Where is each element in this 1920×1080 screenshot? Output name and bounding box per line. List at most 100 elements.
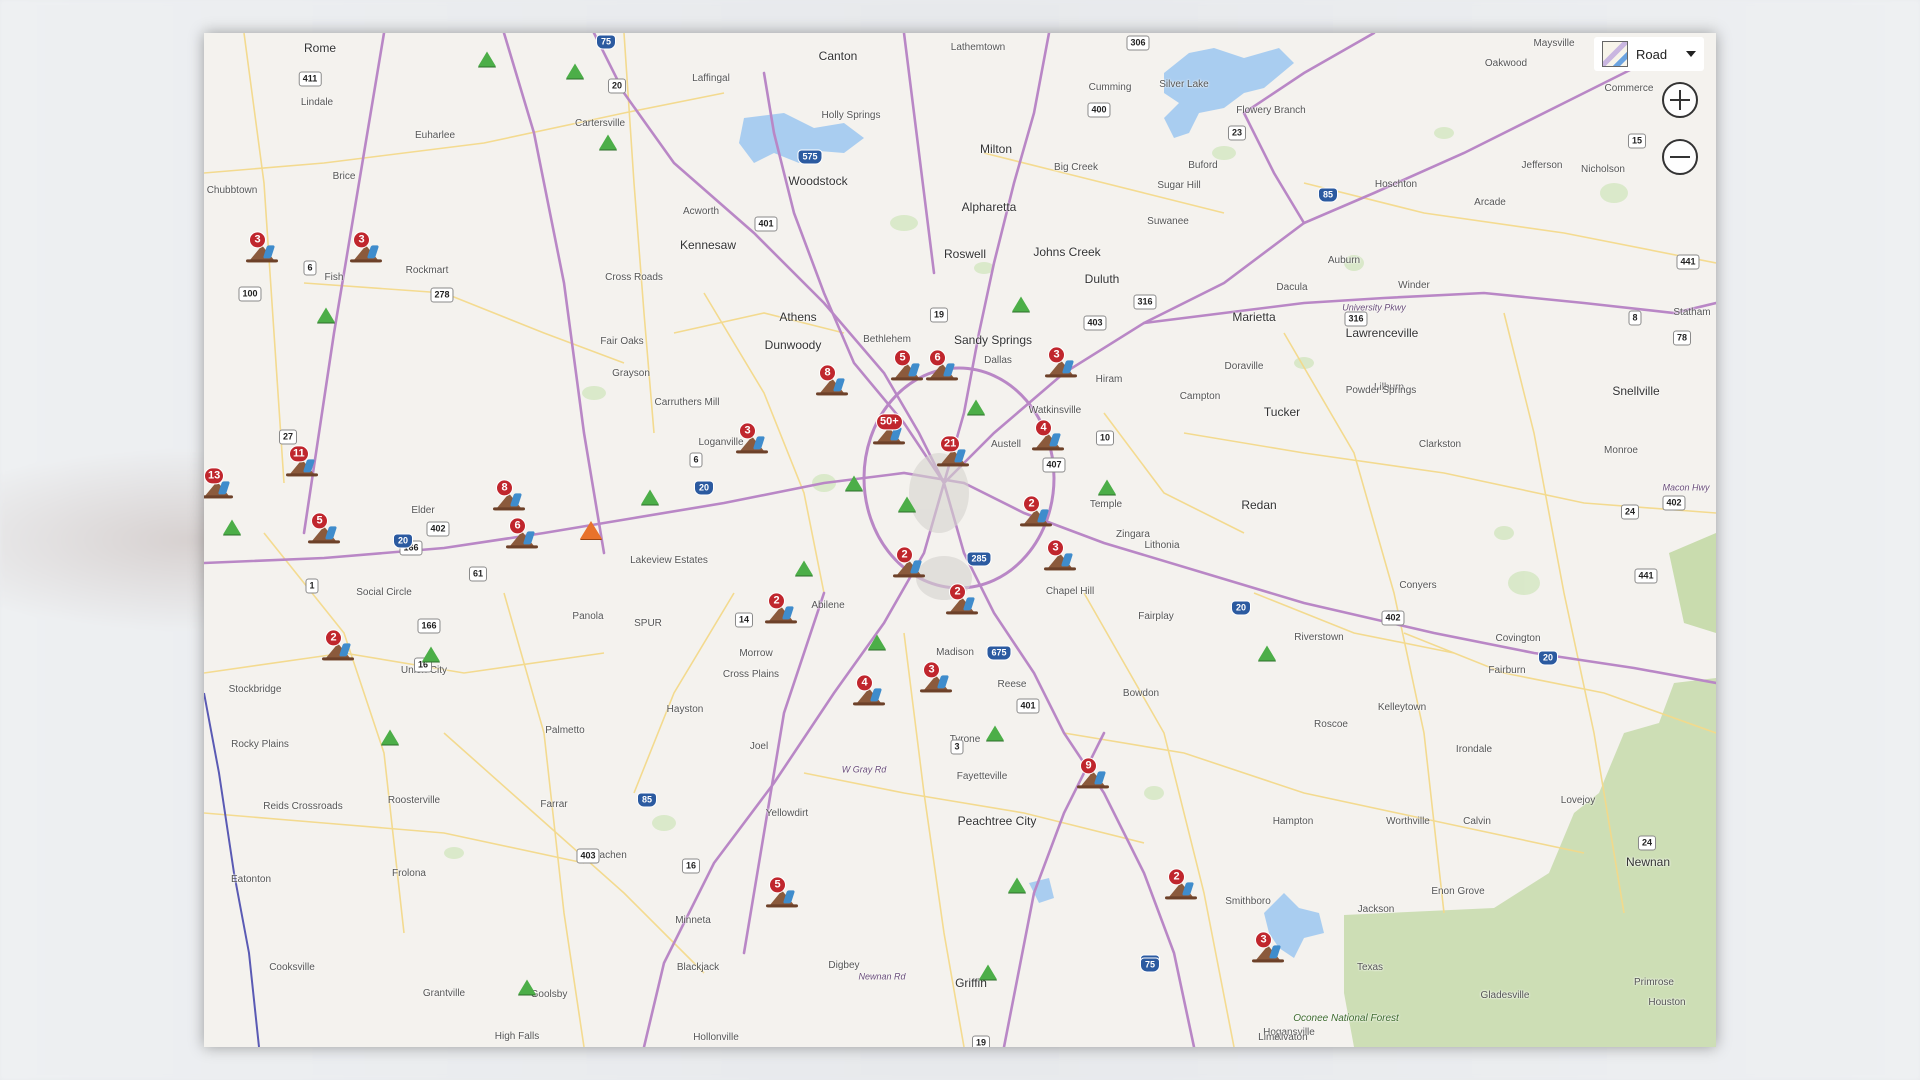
interstate-shield: 85 [1317,187,1339,203]
place-label: Brice [332,171,356,182]
outage-marker[interactable]: 2 [765,592,797,624]
outage-count-badge: 8 [819,364,836,382]
place-label: Irondale [1455,744,1493,755]
outage-count-badge: 50+ [876,413,903,431]
place-label: Minneta [675,915,711,926]
place-label: Athens [779,310,817,324]
state-route-shield: 100 [238,286,262,302]
place-label: Lawrenceville [1345,326,1419,340]
state-route-shield: 400 [1087,102,1111,118]
outage-marker[interactable]: 3 [736,422,768,454]
outage-map[interactable]: Rome Canton Lathemtown Cumming Silver Lake Ma… [204,33,1716,1047]
place-label: Campton [1179,391,1221,402]
crew-triangle-marker[interactable] [223,519,241,535]
place-label: Winder [1398,280,1430,291]
state-route-shield: 16 [681,858,701,874]
crew-triangle-marker[interactable] [986,725,1004,741]
place-label: Roosterville [387,795,441,806]
outage-marker[interactable]: 3 [350,231,382,263]
place-label: Kennesaw [679,238,737,252]
outage-marker[interactable]: 50+ [873,413,905,445]
crew-triangle-marker[interactable] [518,979,536,995]
place-label: Cooksville [269,962,315,973]
place-label: Rome [303,41,337,55]
state-route-shield: 411 [298,71,322,87]
outage-marker[interactable]: 3 [920,661,952,693]
crew-triangle-marker[interactable] [795,560,813,576]
crew-triangle-marker[interactable] [967,399,985,415]
place-label: Woodstock [788,174,848,188]
crew-triangle-marker[interactable] [381,729,399,745]
outage-marker[interactable]: 13 [204,467,233,499]
place-label: Stockbridge [228,684,282,695]
zoom-in-button[interactable] [1662,82,1698,118]
state-route-shield: 24 [1637,835,1657,851]
outage-count-badge: 9 [1080,757,1097,775]
outage-marker[interactable]: 2 [946,583,978,615]
crew-triangle-marker[interactable] [641,489,659,505]
outage-marker[interactable]: 4 [1032,419,1064,451]
crew-triangle-marker[interactable] [1258,645,1276,661]
outage-count-badge: 3 [249,231,266,249]
crew-triangle-marker[interactable] [845,475,863,491]
place-label: Cross Plains [722,669,780,680]
crew-triangle-marker[interactable] [868,634,886,650]
crew-triangle-marker[interactable] [422,646,440,662]
state-route-shield: 61 [468,566,488,582]
outage-count-badge: 3 [1255,931,1272,949]
outage-marker[interactable]: 8 [816,364,848,396]
place-label: Canton [818,49,858,63]
outage-marker[interactable]: 5 [891,349,923,381]
outage-marker[interactable]: 6 [926,349,958,381]
outage-marker[interactable]: 11 [286,445,318,477]
outage-count-badge: 3 [353,231,370,249]
crew-triangle-marker[interactable] [599,134,617,150]
outage-marker[interactable]: 3 [246,231,278,263]
zoom-out-button[interactable] [1662,139,1698,175]
crew-triangle-marker[interactable] [898,496,916,512]
place-label: Madison [936,647,974,658]
outage-marker[interactable]: 9 [1077,757,1109,789]
outage-marker[interactable]: 2 [893,546,925,578]
place-label: Yellowdirt [765,808,809,819]
outage-marker[interactable]: 5 [766,876,798,908]
crew-triangle-marker[interactable] [979,964,997,980]
highlighted-triangle-marker[interactable] [580,521,602,539]
place-label: Redan [1241,498,1277,512]
state-route-shield: 20 [607,78,627,94]
place-label: Big Creek [1054,162,1098,173]
outage-marker[interactable]: 2 [1020,495,1052,527]
outage-marker[interactable]: 3 [1252,931,1284,963]
outage-marker[interactable]: 6 [506,517,538,549]
outage-marker[interactable]: 2 [1165,868,1197,900]
crew-triangle-marker[interactable] [1008,877,1026,893]
outage-marker[interactable]: 5 [308,512,340,544]
outage-marker[interactable]: 3 [1045,346,1077,378]
place-label: Worthville [1386,816,1430,827]
place-label: Eatonton [230,874,272,885]
place-label: Fish [324,272,344,283]
crew-triangle-marker[interactable] [566,63,584,79]
outage-marker[interactable]: 8 [493,479,525,511]
place-label: Elder [411,505,435,516]
outage-marker[interactable]: 3 [1044,539,1076,571]
place-label: Jefferson [1521,160,1563,171]
place-label: Doraville [1224,361,1264,372]
place-label: Rocky Plains [231,739,289,750]
outage-marker[interactable]: 4 [853,674,885,706]
place-label: Panola [572,611,604,622]
state-route-shield: 6 [689,452,703,468]
state-route-shield: 402 [1381,610,1405,626]
map-style-dropdown[interactable]: Road [1594,37,1704,71]
crew-triangle-marker[interactable] [1012,296,1030,312]
crew-triangle-marker[interactable] [317,307,335,323]
outage-marker[interactable]: 2 [322,629,354,661]
chevron-down-icon [1686,51,1696,57]
outage-count-badge: 2 [949,583,966,601]
state-route-shield: 306 [1126,35,1150,51]
crew-triangle-marker[interactable] [1098,479,1116,495]
crew-triangle-marker[interactable] [478,51,496,67]
place-label: Covington [1495,633,1541,644]
place-label: Laffingal [692,73,730,84]
outage-marker[interactable]: 21 [937,435,969,467]
